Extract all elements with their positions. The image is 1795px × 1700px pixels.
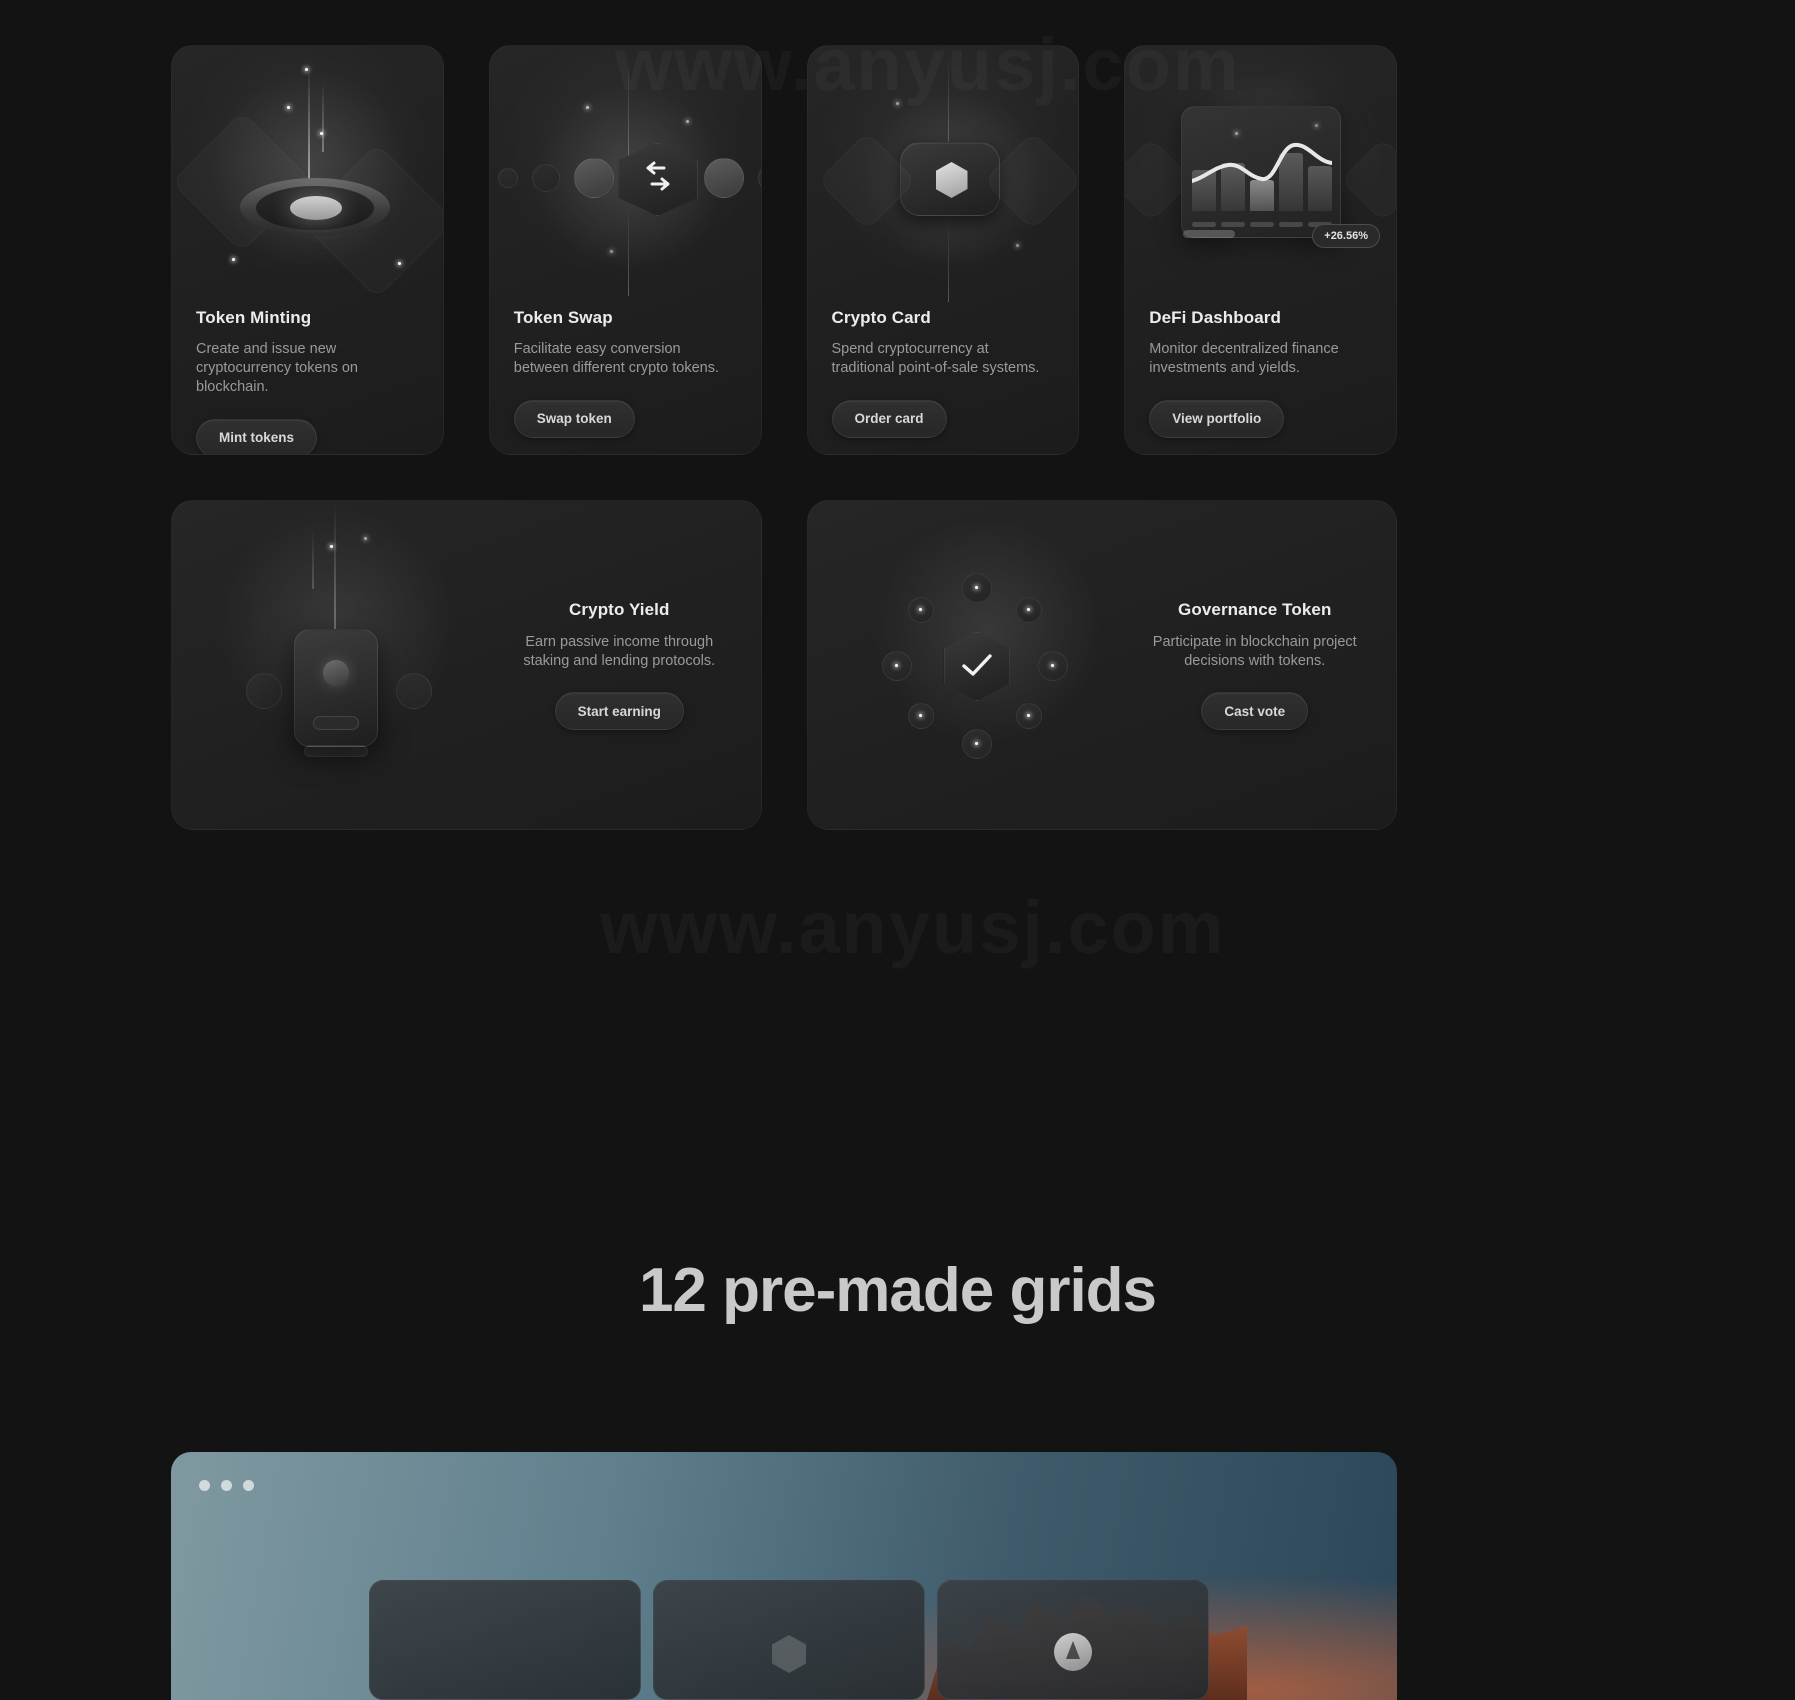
view-portfolio-button[interactable]: View portfolio xyxy=(1149,399,1285,438)
watermark-bottom: www.anyusj.com xyxy=(600,885,1226,970)
feature-card-crypto-yield[interactable]: Crypto Yield Earn passive income through… xyxy=(171,500,762,830)
section-heading: 12 pre-made grids xyxy=(638,1256,1157,1325)
card-description: Create and issue new cryptocurrency toke… xyxy=(196,341,358,395)
card-description: Spend cryptocurrency at traditional poin… xyxy=(831,341,1040,376)
swap-token-button[interactable]: Swap token xyxy=(513,399,635,438)
close-dot[interactable] xyxy=(199,1480,210,1491)
card-title: Crypto Card xyxy=(831,308,931,327)
card-title: Token Minting xyxy=(196,308,312,327)
card-body: Crypto Card Spend cryptocurrency at trad… xyxy=(808,308,1079,438)
governance-token-illustration xyxy=(808,501,1114,829)
phone-device xyxy=(294,629,378,747)
maximize-dot[interactable] xyxy=(243,1480,254,1491)
card-title: Governance Token xyxy=(1178,599,1332,619)
crypto-card-illustration xyxy=(807,46,1079,308)
mini-chart-line xyxy=(1192,142,1333,183)
card-body: Token Minting Create and issue new crypt… xyxy=(172,308,443,454)
card-description: Facilitate easy conversion between diffe… xyxy=(513,341,720,376)
feature-card-crypto-card[interactable]: Crypto Card Spend cryptocurrency at trad… xyxy=(806,45,1080,455)
window-traffic-lights[interactable] xyxy=(199,1480,254,1491)
phone-action-pill xyxy=(313,716,359,730)
mini-chart-ticks xyxy=(1192,222,1333,227)
swap-arrows-icon xyxy=(646,161,670,191)
progress-bar xyxy=(1183,230,1236,238)
card-body: Governance Token Participate in blockcha… xyxy=(1114,501,1396,829)
crypto-yield-illustration xyxy=(172,501,478,829)
window-card-row xyxy=(369,1580,1209,1700)
browser-window-mockup[interactable] xyxy=(171,1452,1397,1700)
cast-vote-button[interactable]: Cast vote xyxy=(1201,692,1309,731)
card-body: Token Swap Facilitate easy conversion be… xyxy=(490,308,761,438)
token-minting-illustration xyxy=(172,46,443,308)
start-earning-button[interactable]: Start earning xyxy=(554,692,684,731)
feature-card-defi-dashboard[interactable]: +26.56% DeFi Dashboard Monitor decentral… xyxy=(1124,45,1397,455)
check-icon xyxy=(961,654,992,676)
mint-tokens-button[interactable]: Mint tokens xyxy=(196,418,318,454)
card-title: Crypto Yield xyxy=(569,599,670,619)
compass-icon xyxy=(1054,1633,1092,1671)
defi-dashboard-illustration: +26.56% xyxy=(1125,46,1396,308)
card-description: Monitor decentralized finance investment… xyxy=(1149,341,1339,376)
hexagon-icon xyxy=(772,1635,806,1673)
card-description: Participate in blockchain project decisi… xyxy=(1152,633,1357,669)
window-card-one[interactable] xyxy=(369,1580,641,1700)
token-swap-illustration xyxy=(489,46,761,308)
feature-card-token-minting[interactable]: Token Minting Create and issue new crypt… xyxy=(171,45,444,455)
feature-card-grid: Receive free tokens through promotional … xyxy=(171,0,1397,875)
feature-card-token-swap[interactable]: Token Swap Facilitate easy conversion be… xyxy=(488,45,762,455)
card-body: Crypto Yield Earn passive income through… xyxy=(478,501,760,829)
window-card-two[interactable] xyxy=(653,1580,925,1700)
order-card-button[interactable]: Order card xyxy=(831,399,947,438)
percent-change-badge: +26.56% xyxy=(1312,224,1380,248)
minimize-dot[interactable] xyxy=(221,1480,232,1491)
card-row-wide: Crypto Yield Earn passive income through… xyxy=(171,500,1397,830)
card-row-middle: Token Minting Create and issue new crypt… xyxy=(171,45,1397,455)
window-card-three[interactable] xyxy=(937,1580,1209,1700)
coin-icon xyxy=(323,660,349,686)
card-title: DeFi Dashboard xyxy=(1149,308,1282,327)
feature-card-governance-token[interactable]: Governance Token Participate in blockcha… xyxy=(806,500,1397,830)
card-title: Token Swap xyxy=(513,308,613,327)
card-body: DeFi Dashboard Monitor decentralized fin… xyxy=(1125,308,1396,438)
card-description: Earn passive income through staking and … xyxy=(523,633,716,669)
page-root: Receive free tokens through promotional … xyxy=(0,0,1795,1700)
